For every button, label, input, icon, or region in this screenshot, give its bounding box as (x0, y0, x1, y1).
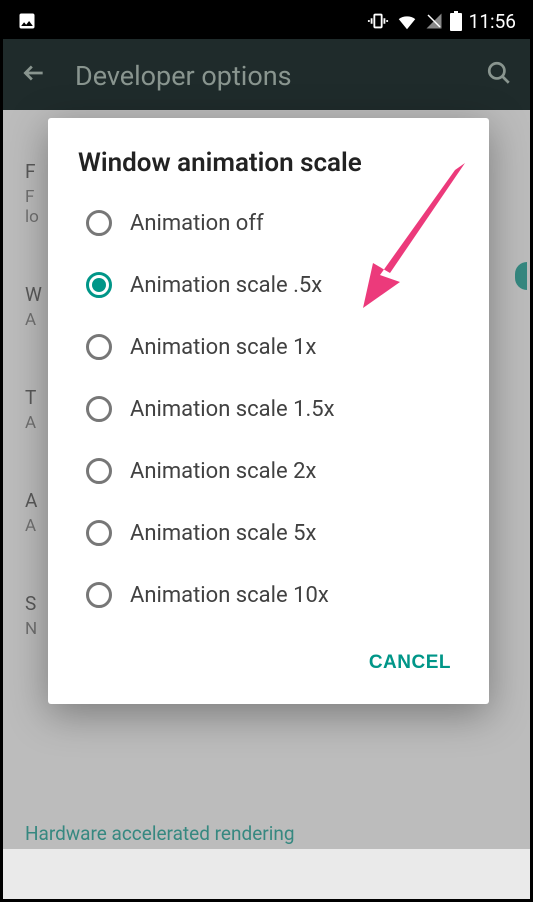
radio-option-4[interactable]: Animation scale 2x (78, 440, 489, 502)
radio-option-0[interactable]: Animation off (78, 192, 489, 254)
radio-option-3[interactable]: Animation scale 1.5x (78, 378, 489, 440)
radio-icon (86, 334, 112, 360)
radio-label: Animation scale .5x (130, 273, 322, 298)
radio-option-1[interactable]: Animation scale .5x (78, 254, 489, 316)
back-arrow-icon[interactable] (21, 60, 47, 93)
radio-option-6[interactable]: Animation scale 10x (78, 564, 489, 626)
radio-icon (86, 210, 112, 236)
app-bar: Developer options (3, 39, 530, 113)
radio-option-5[interactable]: Animation scale 5x (78, 502, 489, 564)
battery-icon (450, 11, 462, 31)
radio-icon (86, 272, 112, 298)
radio-icon (86, 520, 112, 546)
image-icon (17, 11, 37, 31)
radio-label: Animation scale 2x (130, 459, 316, 484)
dialog-title: Window animation scale (48, 148, 489, 192)
bottom-strip (3, 849, 530, 899)
time-label: 11:56 (469, 10, 516, 33)
radio-option-2[interactable]: Animation scale 1x (78, 316, 489, 378)
radio-label: Animation scale 1x (130, 335, 316, 360)
radio-icon (86, 396, 112, 422)
wifi-icon (396, 10, 418, 32)
radio-icon (86, 582, 112, 608)
radio-icon (86, 458, 112, 484)
signal-icon (425, 12, 443, 30)
radio-label: Animation scale 10x (130, 583, 329, 608)
status-bar: 11:56 (3, 3, 530, 39)
radio-label: Animation scale 5x (130, 521, 316, 546)
vibrate-icon (367, 10, 389, 32)
radio-label: Animation scale 1.5x (130, 397, 335, 422)
animation-scale-dialog: Window animation scale Animation off Anim… (48, 118, 489, 704)
page-title: Developer options (75, 60, 458, 92)
cancel-button[interactable]: CANCEL (359, 644, 461, 682)
search-icon[interactable] (486, 60, 512, 93)
radio-label: Animation off (130, 211, 264, 236)
